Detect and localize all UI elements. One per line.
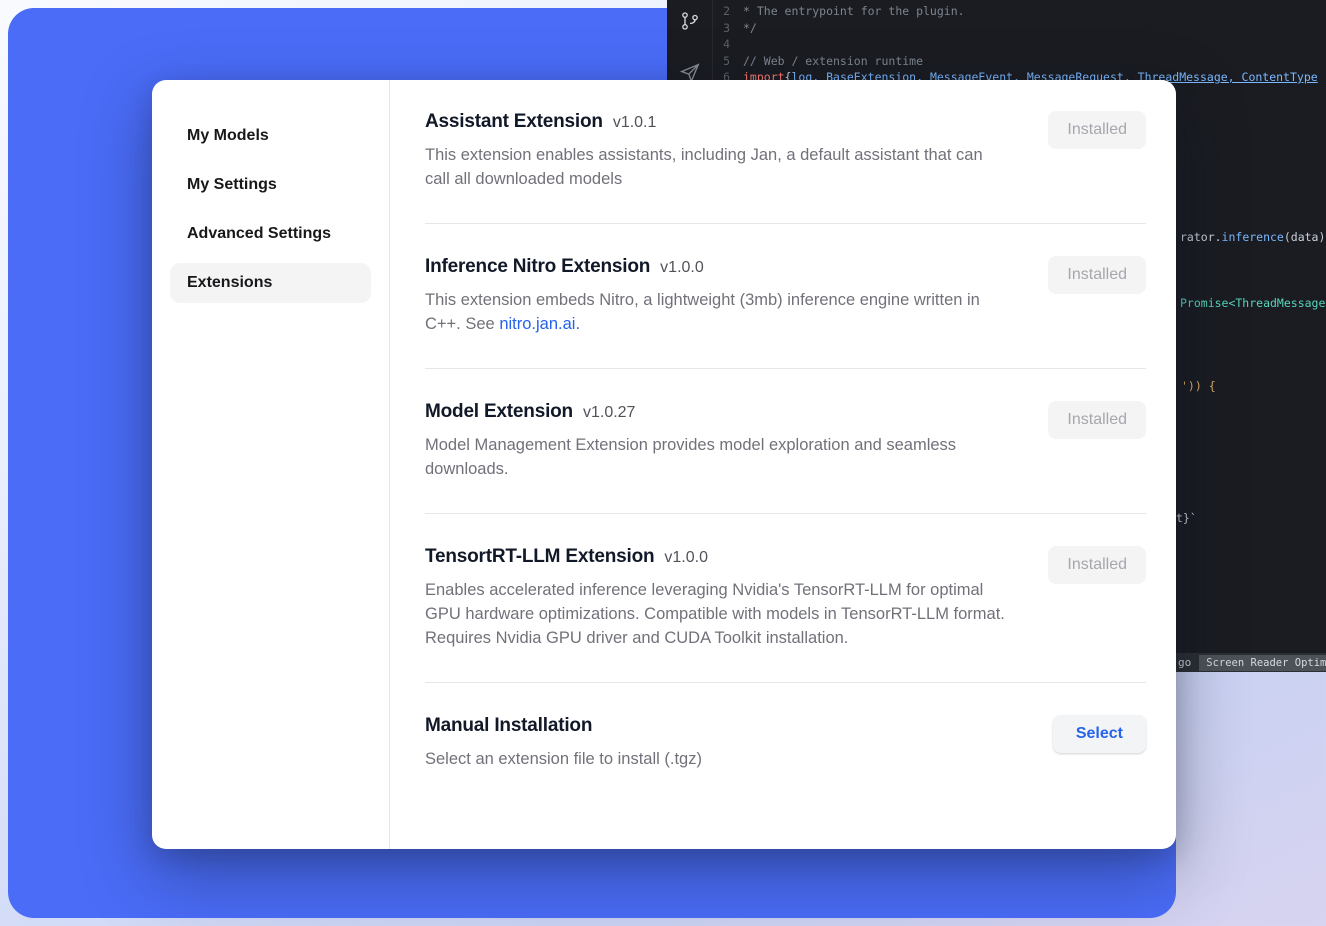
settings-modal: My Models My Settings Advanced Settings … xyxy=(152,80,1176,849)
manual-installation-title: Manual Installation xyxy=(425,715,592,737)
line-number: 2 xyxy=(713,3,743,20)
manual-installation-row: Manual Installation Select an extension … xyxy=(425,683,1146,803)
line-number: 3 xyxy=(713,20,743,37)
git-branch-icon[interactable] xyxy=(680,10,700,35)
code-line: 2 * The entrypoint for the plugin. xyxy=(713,3,1326,20)
sidebar-item-advanced-settings[interactable]: Advanced Settings xyxy=(170,214,371,254)
code-fragment: ')) { xyxy=(1181,379,1216,393)
extension-row-assistant: Assistant Extension v1.0.1 This extensio… xyxy=(425,111,1146,224)
code-line: 3 */ xyxy=(713,20,1326,37)
extension-title: TensortRT-LLM Extension xyxy=(425,546,654,568)
extension-version: v1.0.1 xyxy=(613,114,657,132)
extension-version: v1.0.0 xyxy=(664,549,708,567)
status-text: go xyxy=(1178,656,1191,669)
extension-title: Model Extension xyxy=(425,401,573,423)
sidebar-item-my-settings[interactable]: My Settings xyxy=(170,165,371,205)
code-fragment: t}` xyxy=(1176,511,1197,525)
installed-button[interactable]: Installed xyxy=(1048,401,1146,439)
extension-title: Assistant Extension xyxy=(425,111,603,133)
manual-installation-description: Select an extension file to install (.tg… xyxy=(425,747,702,771)
code-line: 5 // Web / extension runtime xyxy=(713,53,1326,70)
extensions-panel: Assistant Extension v1.0.1 This extensio… xyxy=(390,80,1176,849)
nitro-jan-ai-link[interactable]: nitro.jan.ai. xyxy=(499,315,580,333)
extension-row-model: Model Extension v1.0.27 Model Management… xyxy=(425,369,1146,514)
installed-button[interactable]: Installed xyxy=(1048,111,1146,149)
select-file-button[interactable]: Select xyxy=(1053,715,1146,753)
installed-button[interactable]: Installed xyxy=(1048,546,1146,584)
extension-title: Inference Nitro Extension xyxy=(425,256,650,278)
code-lines: 2 * The entrypoint for the plugin. 3 */ … xyxy=(713,3,1326,86)
sidebar-item-my-models[interactable]: My Models xyxy=(170,116,371,156)
screen-reader-optimize-button[interactable]: Screen Reader Optimize xyxy=(1199,655,1326,671)
extension-row-tensorrt: TensortRT-LLM Extension v1.0.0 Enables a… xyxy=(425,514,1146,683)
line-number: 5 xyxy=(713,53,743,70)
extension-description: Model Management Extension provides mode… xyxy=(425,433,1010,481)
settings-sidebar: My Models My Settings Advanced Settings … xyxy=(152,80,390,849)
extension-description: This extension embeds Nitro, a lightweig… xyxy=(425,288,1010,336)
extension-row-nitro: Inference Nitro Extension v1.0.0 This ex… xyxy=(425,224,1146,369)
line-number: 4 xyxy=(713,36,743,53)
code-fragment: rator.inference(data)); xyxy=(1180,230,1326,244)
sidebar-item-extensions[interactable]: Extensions xyxy=(170,263,371,303)
extension-description: Enables accelerated inference leveraging… xyxy=(425,578,1010,650)
extension-description: This extension enables assistants, inclu… xyxy=(425,143,1010,191)
code-fragment: Promise<ThreadMessage> xyxy=(1180,296,1326,310)
extension-version: v1.0.0 xyxy=(660,259,704,277)
extension-version: v1.0.27 xyxy=(583,404,635,422)
installed-button[interactable]: Installed xyxy=(1048,256,1146,294)
code-line: 4 xyxy=(713,36,1326,53)
